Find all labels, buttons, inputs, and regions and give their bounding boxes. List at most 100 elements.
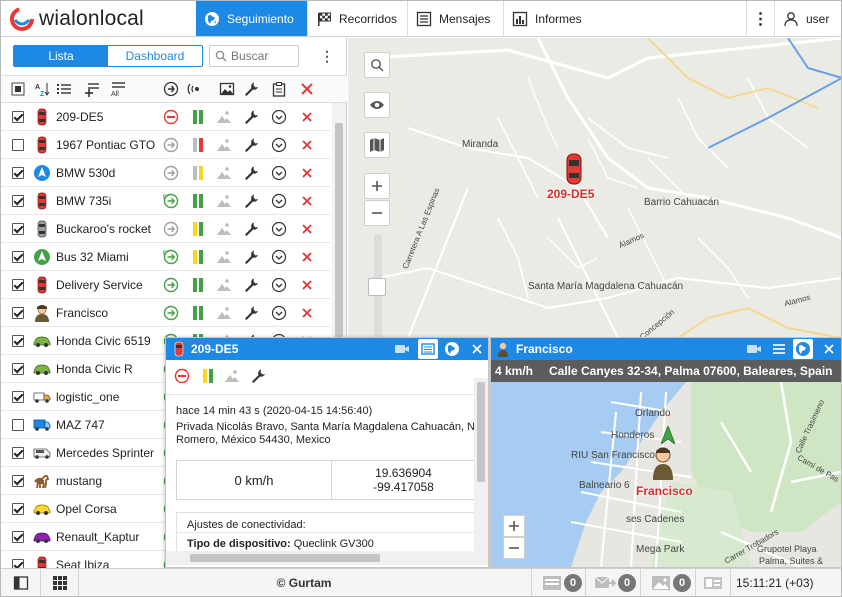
image-icon[interactable] <box>216 305 232 321</box>
media-notifications[interactable]: 0 <box>641 569 696 596</box>
wrench-icon[interactable] <box>243 165 259 181</box>
chevron-down-icon[interactable] <box>271 221 287 237</box>
unit-checkbox[interactable] <box>12 307 24 319</box>
unit-checkbox[interactable] <box>12 363 24 375</box>
unit-checkbox[interactable] <box>12 391 24 403</box>
wrench-icon[interactable] <box>243 109 259 125</box>
unit-checkbox[interactable] <box>12 475 24 487</box>
unit-checkbox[interactable] <box>12 503 24 515</box>
select-all-checkbox[interactable] <box>10 81 26 97</box>
wrench-icon[interactable] <box>243 137 259 153</box>
clipboard-icon[interactable] <box>271 81 287 97</box>
motion-state-icon[interactable] <box>163 81 179 97</box>
unit-checkbox[interactable] <box>12 335 24 347</box>
delete-icon[interactable] <box>299 81 315 97</box>
unit-checkbox[interactable] <box>12 251 24 263</box>
signal-bars-icon[interactable] <box>200 368 216 384</box>
globe-icon[interactable] <box>444 341 460 357</box>
unit-row[interactable]: 209-DE5 <box>1 103 331 131</box>
popup-vertical-scrollbar[interactable] <box>474 378 488 554</box>
unit-row[interactable]: Francisco <box>1 299 331 327</box>
nav-mensajes[interactable]: Mensajes <box>407 1 503 36</box>
chevron-down-icon[interactable] <box>271 137 287 153</box>
logo[interactable]: wialonlocal <box>9 5 189 33</box>
wrench-icon[interactable] <box>250 368 266 384</box>
group-list-icon[interactable] <box>56 81 72 97</box>
signal-icon[interactable] <box>187 81 203 97</box>
more-menu-button[interactable]: ⋮ <box>746 1 774 36</box>
delete-icon[interactable] <box>299 137 315 153</box>
image-icon[interactable] <box>216 137 232 153</box>
unit-row[interactable]: BMW 530d <box>1 159 331 187</box>
wrench-icon[interactable] <box>243 305 259 321</box>
image-icon[interactable] <box>216 277 232 293</box>
motion-state-icon[interactable] <box>163 305 179 321</box>
unit-row[interactable]: Bus 32 Miami P <box>1 243 331 271</box>
wrench-icon[interactable] <box>243 277 259 293</box>
signal-bars-icon[interactable] <box>190 305 206 321</box>
unit-row[interactable]: 1967 Pontiac GTO <box>1 131 331 159</box>
map-visibility-button[interactable] <box>364 92 390 118</box>
nav-recorridos[interactable]: Recorridos <box>307 1 407 36</box>
scrollbar-thumb[interactable] <box>335 123 343 343</box>
image-icon[interactable] <box>216 249 232 265</box>
card-view-button[interactable] <box>696 569 731 596</box>
unit-checkbox[interactable] <box>12 167 24 179</box>
messages-notifications[interactable]: 0 <box>586 569 641 596</box>
image-icon[interactable] <box>219 81 235 97</box>
zoom-out-button[interactable] <box>364 200 390 226</box>
unit-map-label[interactable]: Francisco <box>636 484 693 498</box>
close-icon[interactable] <box>821 341 837 357</box>
chevron-down-icon[interactable] <box>271 277 287 293</box>
apps-button[interactable] <box>41 569 79 596</box>
unit-checkbox[interactable] <box>12 195 24 207</box>
wrench-icon[interactable] <box>243 221 259 237</box>
motion-state-icon[interactable] <box>163 165 179 181</box>
nav-seguimiento[interactable]: Seguimiento <box>196 1 307 36</box>
image-icon[interactable] <box>216 193 232 209</box>
unit-checkbox[interactable] <box>12 139 24 151</box>
motion-state-icon[interactable] <box>163 109 179 125</box>
motion-state-icon[interactable] <box>163 221 179 237</box>
unit-checkbox[interactable] <box>12 531 24 543</box>
events-notifications[interactable]: 0 <box>531 569 586 596</box>
video-icon[interactable] <box>394 341 410 357</box>
details-list-icon[interactable] <box>771 341 787 357</box>
unit-row[interactable]: Delivery Service <box>1 271 331 299</box>
unit-map-label[interactable]: 209-DE5 <box>547 187 594 201</box>
chevron-down-icon[interactable] <box>271 193 287 209</box>
delete-icon[interactable] <box>299 221 315 237</box>
signal-bars-icon[interactable] <box>190 165 206 181</box>
add-all-icon[interactable]: All <box>110 81 126 97</box>
add-units-icon[interactable] <box>84 81 100 97</box>
image-icon[interactable] <box>216 165 232 181</box>
motion-state-icon[interactable]: P <box>163 249 179 265</box>
map-search-button[interactable] <box>364 52 390 78</box>
signal-bars-icon[interactable] <box>190 193 206 209</box>
signal-bars-icon[interactable] <box>190 249 206 265</box>
delete-icon[interactable] <box>299 305 315 321</box>
stop-icon[interactable] <box>174 368 190 384</box>
motion-state-icon[interactable] <box>163 137 179 153</box>
signal-bars-icon[interactable] <box>190 137 206 153</box>
tab-lista[interactable]: Lista <box>14 46 108 66</box>
delete-icon[interactable] <box>299 277 315 293</box>
video-icon[interactable] <box>746 341 762 357</box>
scrollbar-thumb[interactable] <box>477 382 485 482</box>
chevron-down-icon[interactable] <box>271 109 287 125</box>
unit-checkbox[interactable] <box>12 447 24 459</box>
map-layers-button[interactable] <box>364 132 390 158</box>
unit-checkbox[interactable] <box>12 419 24 431</box>
zoom-out-button[interactable] <box>503 537 525 559</box>
search-box[interactable] <box>209 45 299 67</box>
delete-icon[interactable] <box>299 249 315 265</box>
image-icon[interactable] <box>224 368 240 384</box>
wrench-icon[interactable] <box>243 249 259 265</box>
delete-icon[interactable] <box>299 109 315 125</box>
unit-checkbox[interactable] <box>12 559 24 568</box>
user-menu[interactable]: user <box>774 1 841 36</box>
zoom-in-button[interactable] <box>503 515 525 537</box>
mini-map[interactable]: Orlando Honderos RIU San Francisco Balne… <box>491 382 841 567</box>
nav-informes[interactable]: Informes <box>503 1 597 36</box>
unit-row[interactable]: BMW 735i P <box>1 187 331 215</box>
